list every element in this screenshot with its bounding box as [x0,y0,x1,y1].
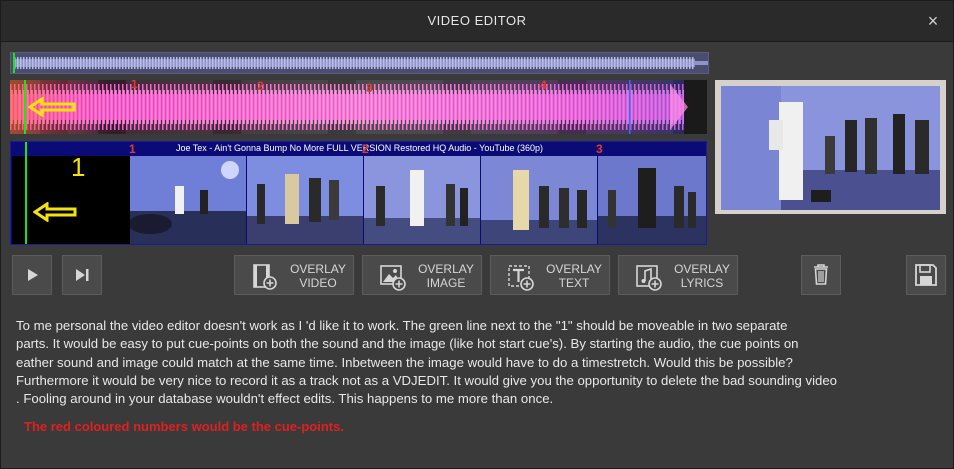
video-frame [130,156,246,244]
overlay-image-label-1: OVERLAY [418,262,474,276]
wave-cue-1[interactable]: 1 [131,80,138,91]
yellow-arrow-icon [28,97,76,117]
wave-cue-2[interactable]: 2 [257,80,264,93]
video-thumbnail-strip[interactable]: Joe Tex - Ain't Gonna Bump No More FULL … [10,141,707,245]
strip-marker-label: 1 [71,152,86,182]
description-line: . Fooling around in your database wouldn… [16,391,554,407]
video-frame [481,156,597,244]
title-bar: VIDEO EDITOR × [1,1,953,42]
play-icon [28,269,38,281]
overlay-text-button[interactable]: OVERLAY TEXT [490,255,610,295]
overlay-text-label-1: OVERLAY [546,262,602,276]
overlay-lyrics-label-2: LYRICS [680,276,724,290]
window-title: VIDEO EDITOR [427,13,527,28]
overlay-image-label-2: IMAGE [426,276,466,290]
skip-next-button[interactable] [62,255,102,295]
overlay-video-button[interactable]: OVERLAY VIDEO [234,255,354,295]
overview-waveform[interactable] [10,52,709,74]
description-line: parts. It would be easy to put cue-point… [16,336,799,352]
video-frame [247,156,363,244]
yellow-arrow-icon [33,202,77,222]
skip-next-icon [76,269,89,281]
cue-point-note: The red coloured numbers would be the cu… [24,419,344,434]
overview-waveform-graphic [13,53,708,73]
overlay-video-label-2: VIDEO [299,276,337,290]
close-icon[interactable]: × [923,11,943,31]
film-plus-icon [253,264,277,290]
overlay-lyrics-label-1: OVERLAY [674,262,730,276]
video-position-line[interactable] [25,142,27,244]
video-frame [598,156,706,244]
delete-button[interactable] [801,255,841,295]
strip-cue-2[interactable]: 2 [362,142,369,156]
text-plus-icon [508,265,534,291]
description-text: To me personal the video editor doesn't … [16,317,941,408]
video-preview [715,80,946,214]
wave-cue-4[interactable]: 4 [540,80,547,92]
overlay-lyrics-button[interactable]: OVERLAY LYRICS [618,255,738,295]
overlay-text-label-2: TEXT [558,276,590,290]
video-editor-window: VIDEO EDITOR × 1 2 3 4 Joe Tex - Ain't G… [0,0,954,469]
strip-cue-1[interactable]: 1 [129,142,136,156]
save-icon [915,264,937,286]
image-plus-icon [380,265,406,291]
lyrics-plus-icon [636,265,662,291]
main-waveform-graphic [10,80,707,134]
overlay-image-button[interactable]: OVERLAY IMAGE [362,255,482,295]
play-button[interactable] [12,255,52,295]
save-button[interactable] [906,255,946,295]
wave-cue-3[interactable]: 3 [366,81,373,95]
description-line: Furthermore it would be very nice to rec… [16,372,837,388]
video-frame [364,156,480,244]
description-line: eather sound and image could match at th… [16,354,793,370]
trash-icon [814,264,828,285]
main-waveform[interactable]: 1 2 3 4 [10,80,707,134]
description-line: To me personal the video editor doesn't … [16,318,788,333]
strip-cue-3[interactable]: 3 [596,142,603,156]
overlay-video-label-1: OVERLAY [290,262,346,276]
